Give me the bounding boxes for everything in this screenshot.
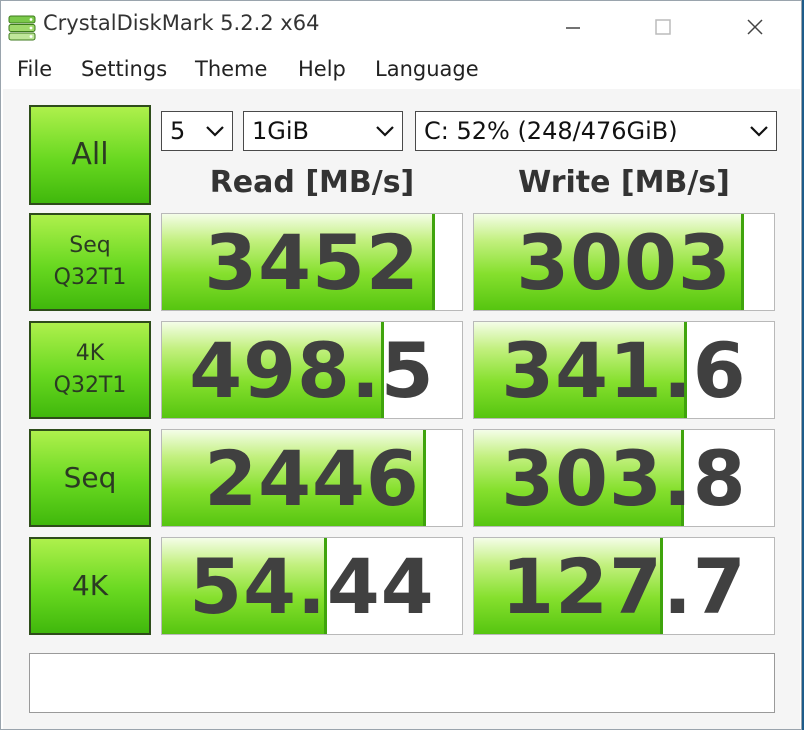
menu-bar: File Settings Theme Help Language [1,53,801,89]
write-result-cell: 3003 [473,213,775,311]
write-value: 3003 [516,217,732,307]
seq-q32t1-button[interactable]: Seq Q32T1 [29,213,151,311]
menu-file[interactable]: File [17,57,52,81]
chevron-down-icon [206,126,224,137]
benchmark-panel: All 5 1GiB C: 52% (248/476GiB) Read [MB/… [3,89,800,729]
chevron-down-icon [750,126,768,137]
close-button[interactable] [735,9,775,45]
chevron-down-icon [376,126,394,137]
read-result-cell: 2446 [161,429,463,527]
write-column-header: Write [MB/s] [518,165,730,200]
close-icon [747,19,763,35]
read-result-cell: 3452 [161,213,463,311]
crystaldiskmark-window: CrystalDiskMark 5.2.2 x64 File Settings … [0,0,802,730]
title-bar[interactable]: CrystalDiskMark 5.2.2 x64 [1,1,801,53]
write-result-cell: 127.7 [473,537,775,635]
write-result-cell: 341.6 [473,321,775,419]
maximize-button[interactable] [643,9,683,45]
4k-button[interactable]: 4K [29,537,151,635]
write-value: 303.8 [501,433,747,523]
write-result-cell: 303.8 [473,429,775,527]
read-value: 54.44 [189,541,435,631]
read-value: 3452 [204,217,420,307]
minimize-button[interactable] [553,9,593,45]
write-value: 341.6 [501,325,747,415]
read-value: 2446 [204,433,420,523]
all-button[interactable]: All [29,105,151,205]
test-label: 4K [71,569,109,602]
read-column-header: Read [MB/s] [209,165,415,200]
test-label: 4K Q32T1 [53,341,127,398]
test-size-value: 1GiB [252,117,309,145]
menu-theme[interactable]: Theme [195,57,267,81]
all-button-label: All [71,137,109,172]
window-title: CrystalDiskMark 5.2.2 x64 [43,11,320,35]
test-count-select[interactable]: 5 [161,111,233,151]
menu-help[interactable]: Help [298,57,346,81]
test-label: Seq Q32T1 [53,233,127,290]
minimize-icon [566,27,580,29]
comment-input[interactable] [29,653,775,713]
drive-select[interactable]: C: 52% (248/476GiB) [415,111,777,151]
maximize-icon [655,19,671,35]
test-count-value: 5 [170,117,186,145]
4k-q32t1-button[interactable]: 4K Q32T1 [29,321,151,419]
test-size-select[interactable]: 1GiB [243,111,403,151]
write-value: 127.7 [501,541,747,631]
test-label: Seq [63,461,117,494]
drive-value: C: 52% (248/476GiB) [424,117,678,145]
menu-settings[interactable]: Settings [81,57,167,81]
menu-language[interactable]: Language [375,57,479,81]
app-disk-icon [8,15,36,41]
read-value: 498.5 [189,325,435,415]
read-result-cell: 498.5 [161,321,463,419]
seq-button[interactable]: Seq [29,429,151,527]
read-result-cell: 54.44 [161,537,463,635]
